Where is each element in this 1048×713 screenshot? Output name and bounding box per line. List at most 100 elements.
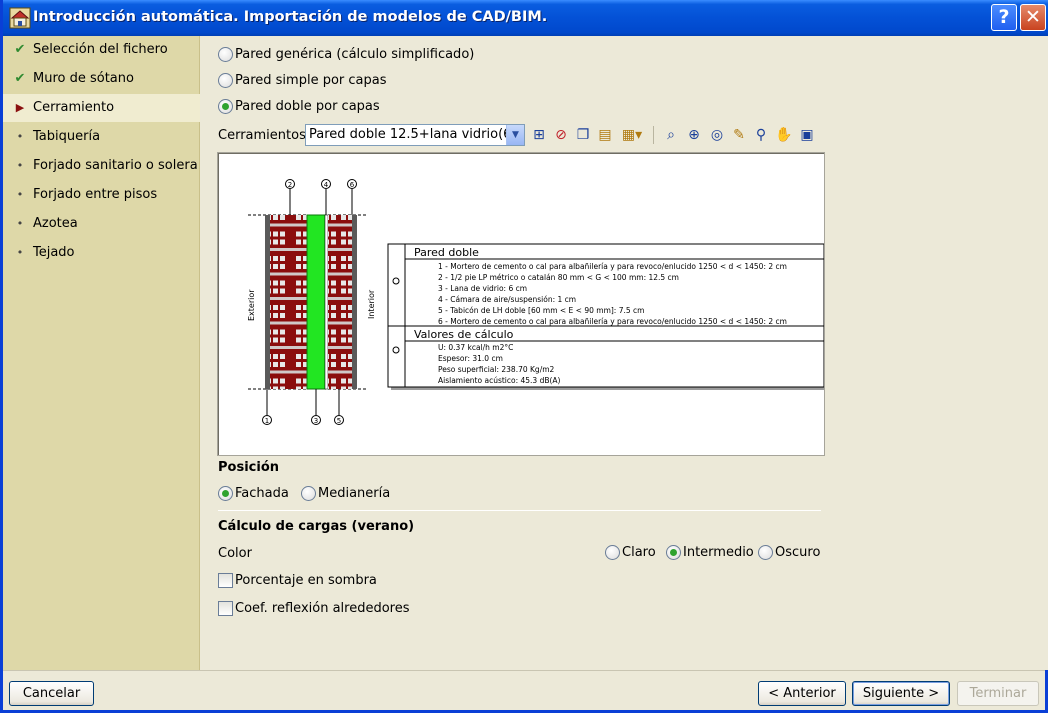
radio-indicator[interactable] [218,47,233,62]
zoom-previous-icon[interactable]: ◎ [707,124,727,146]
marker-bottom-label: 3 [314,417,318,425]
sidebar-item-label: Muro de sótano [33,71,134,86]
print-preview-icon[interactable]: ▣ [797,124,817,146]
checkbox-porcentaje-sombra[interactable]: Porcentaje en sombra [218,573,377,588]
exterior-label: Exterior [247,289,256,321]
radio-color-oscuro[interactable]: Oscuro [758,545,820,560]
cerramientos-selected-value: Pared doble 12.5+lana vidrio(6)+ [309,127,525,142]
radio-label: Pared simple por capas [235,73,387,88]
radio-label: Pared doble por capas [235,99,380,114]
legend-layer-row: 1 - Mortero de cemento o cal para albañi… [438,262,787,271]
radio-indicator[interactable] [758,545,773,560]
close-button[interactable]: ✕ [1020,4,1046,31]
sidebar-item-muro-sotano[interactable]: ✔ Muro de sótano [3,65,200,93]
zoom-window-icon[interactable]: ⊕ [684,124,704,146]
radio-indicator[interactable] [218,99,233,114]
checkbox-indicator[interactable] [218,573,233,588]
marker-bottom-label: 5 [337,417,341,425]
check-icon: ✔ [14,71,26,86]
radio-indicator[interactable] [218,486,233,501]
radio-indicator[interactable] [666,545,681,560]
sidebar-item-seleccion-fichero[interactable]: ✔ Selección del fichero [3,36,200,64]
import-wizard-window: Introducción automática. Importación de … [0,0,1048,713]
sidebar-item-label: Forjado sanitario o solera [33,158,198,173]
radio-indicator[interactable] [301,486,316,501]
marker-top-label: 6 [350,181,355,189]
radio-pared-generica[interactable]: Pared genérica (cálculo simplificado) [218,47,474,62]
legend-layer-row: 2 - 1/2 pie LP métrico o catalán 80 mm <… [438,273,679,282]
legend-layer-row: 6 - Mortero de cemento o cal para albañi… [438,317,787,326]
interior-label: Interior [367,289,376,319]
section-divider [218,510,821,511]
sidebar-item-label: Tabiquería [33,129,101,144]
library-icon[interactable]: ▦▾ [617,124,647,146]
checkbox-label: Coef. reflexión alrededores [235,601,410,616]
title-bar[interactable]: Introducción automática. Importación de … [3,0,1048,36]
bullet-icon: • [16,246,24,259]
marker-top-label: 4 [324,181,329,189]
radio-color-intermedio[interactable]: Intermedio [666,545,754,560]
radio-label: Pared genérica (cálculo simplificado) [235,47,475,62]
radio-label: Intermedio [683,545,754,560]
legend-layer-row: 4 - Cámara de aire/suspensión: 1 cm [438,295,576,304]
check-icon: ✔ [14,42,26,57]
radio-label: Fachada [235,486,289,501]
cancel-button[interactable]: Cancelar [9,681,94,706]
previous-button[interactable]: < Anterior [758,681,846,706]
radio-indicator[interactable] [605,545,620,560]
sidebar-item-cerramiento[interactable]: ▶ Cerramiento [3,94,200,122]
sidebar-item-tabiqueria[interactable]: • Tabiquería [3,123,200,151]
marker-top-label: 2 [288,181,292,189]
main-panel: Pared genérica (cálculo simplificado) Pa… [201,36,1048,670]
legend-value-row: Aislamiento acústico: 45.3 dB(A) [438,376,561,385]
pan-hand-icon[interactable]: ✋ [774,124,794,146]
marker-bottom-label: 1 [265,417,269,425]
window-title: Introducción automática. Importación de … [33,9,548,25]
legend-layer-row: 5 - Tabicón de LH doble [60 mm < E < 90 … [438,306,644,315]
loads-title: Cálculo de cargas (verano) [218,519,415,534]
layer-5-brick [328,215,352,389]
radio-indicator[interactable] [218,73,233,88]
zoom-icon[interactable]: ⚲ [751,124,771,146]
layer-3-insulation [306,214,326,390]
wizard-footer: Cancelar < Anterior Siguiente > Terminar [3,670,1045,710]
sidebar-item-tejado[interactable]: • Tejado [3,239,200,267]
delete-icon[interactable]: ⊘ [551,124,571,146]
wall-section-drawing: 2 4 6 1 3 5 Exterior Interior Pared dobl… [247,179,827,425]
help-button[interactable]: ? [991,4,1017,31]
sidebar-item-forjado-sanitario[interactable]: • Forjado sanitario o solera [3,152,200,180]
radio-fachada[interactable]: Fachada [218,486,289,501]
legend-values-title: Valores de cálculo [414,328,514,341]
wizard-steps-sidebar: ✔ Selección del fichero ✔ Muro de sótano… [3,36,200,670]
legend-value-row: Peso superficial: 238.70 Kg/m2 [438,365,555,374]
add-icon[interactable]: ⊞ [529,124,549,146]
zoom-extents-icon[interactable]: ⌕ [661,124,681,146]
checkbox-indicator[interactable] [218,601,233,616]
edit-icon[interactable]: ✎ [729,124,749,146]
app-house-icon [9,7,31,29]
sidebar-item-label: Azotea [33,216,78,231]
bullet-icon: • [16,188,24,201]
sidebar-item-label: Selección del fichero [33,42,168,57]
radio-color-claro[interactable]: Claro [605,545,656,560]
next-button[interactable]: Siguiente > [852,681,950,706]
wall-preview: 2 4 6 1 3 5 Exterior Interior Pared dobl… [217,152,827,456]
open-folder-icon[interactable]: ▤ [595,124,615,146]
sidebar-item-forjado-entre-pisos[interactable]: • Forjado entre pisos [3,181,200,209]
layer-4-air [324,214,329,390]
layer-1-mortar [265,215,270,389]
checkbox-label: Porcentaje en sombra [235,573,377,588]
radio-pared-doble[interactable]: Pared doble por capas [218,99,380,114]
sidebar-item-azotea[interactable]: • Azotea [3,210,200,238]
radio-medianeria[interactable]: Medianería [301,486,390,501]
copy-icon[interactable]: ❐ [573,124,593,146]
checkbox-coef-reflexion[interactable]: Coef. reflexión alrededores [218,601,410,616]
radio-label: Claro [622,545,656,560]
radio-label: Medianería [318,486,391,501]
cerramientos-select[interactable]: Pared doble 12.5+lana vidrio(6)+ ▼ [305,124,525,146]
bullet-icon: • [16,130,24,143]
chevron-down-icon[interactable]: ▼ [506,125,524,145]
radio-pared-simple[interactable]: Pared simple por capas [218,73,387,88]
cerramientos-label: Cerramientos [218,128,306,143]
legend-bullet [392,277,400,285]
